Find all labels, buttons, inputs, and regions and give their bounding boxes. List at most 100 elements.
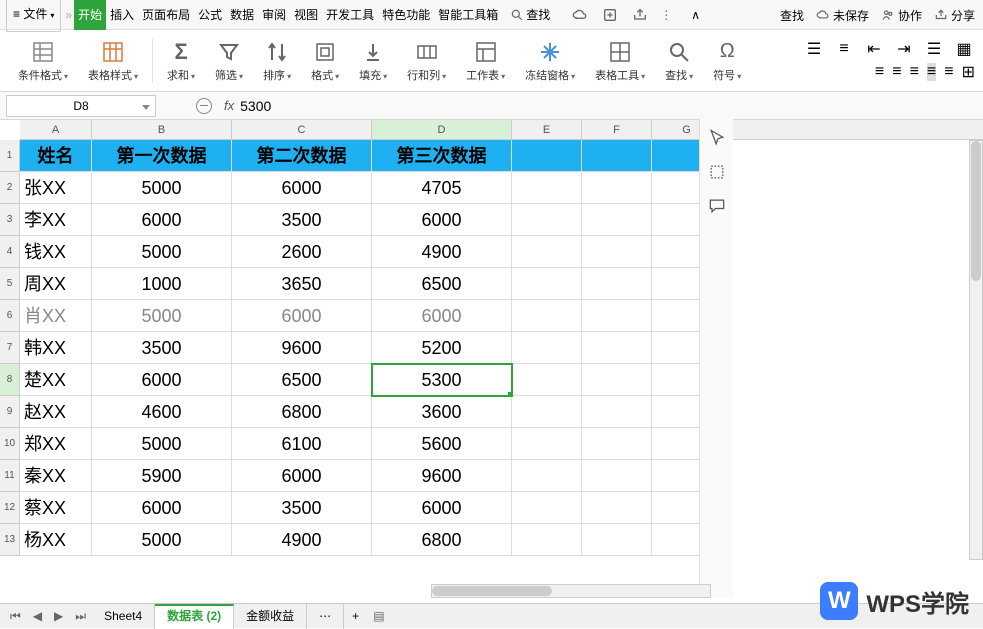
align-right-icon[interactable]: ≡ xyxy=(910,63,919,81)
fill-button[interactable]: 填充 xyxy=(349,30,397,91)
tab-data[interactable]: 数据 xyxy=(226,0,258,30)
sheet-tab-1[interactable]: Sheet4 xyxy=(92,604,155,629)
header-cell[interactable]: 第一次数据 xyxy=(92,140,232,172)
row-11[interactable]: 11 xyxy=(0,460,20,492)
cell[interactable]: 赵XX xyxy=(20,396,92,428)
tab-formula[interactable]: 公式 xyxy=(194,0,226,30)
cond-format-button[interactable]: 条件格式 xyxy=(8,30,78,91)
find-button[interactable]: 查找 xyxy=(655,30,703,91)
numlist-icon[interactable]: ☰ xyxy=(803,38,825,60)
cell[interactable]: 3600 xyxy=(372,396,512,428)
cell[interactable]: 6000 xyxy=(232,460,372,492)
cell[interactable]: 5600 xyxy=(372,428,512,460)
cell[interactable] xyxy=(512,268,582,300)
bullist-icon[interactable]: ≡ xyxy=(833,38,855,60)
cell[interactable]: 1000 xyxy=(92,268,232,300)
cell[interactable]: 李XX xyxy=(20,204,92,236)
cell[interactable] xyxy=(582,492,652,524)
indent-icon[interactable]: ⇥ xyxy=(893,38,915,60)
cell[interactable] xyxy=(582,236,652,268)
chat-icon[interactable] xyxy=(707,196,727,216)
cell[interactable]: 5000 xyxy=(92,300,232,332)
file-menu[interactable]: ≡ 文件▾ xyxy=(6,0,61,32)
row-12[interactable]: 12 xyxy=(0,492,20,524)
row-4[interactable]: 4 xyxy=(0,236,20,268)
sheet-tab-3[interactable]: 金额收益 xyxy=(234,604,307,629)
cell[interactable]: 6000 xyxy=(92,364,232,396)
fx-icon[interactable]: fx xyxy=(224,98,234,113)
cell[interactable] xyxy=(582,268,652,300)
cell[interactable]: 6000 xyxy=(232,300,372,332)
outdent-icon[interactable]: ⇤ xyxy=(863,38,885,60)
align-center-icon[interactable]: ≡ xyxy=(892,63,901,81)
cell[interactable] xyxy=(582,524,652,556)
tab-nav-first[interactable]: ⏮ xyxy=(4,609,27,624)
cell[interactable]: 蔡XX xyxy=(20,492,92,524)
cell[interactable]: 周XX xyxy=(20,268,92,300)
cloud-icon[interactable] xyxy=(572,7,588,23)
cell[interactable]: 4900 xyxy=(372,236,512,268)
tab-insert[interactable]: 插入 xyxy=(106,0,138,30)
header-cell[interactable] xyxy=(512,140,582,172)
tab-review[interactable]: 审阅 xyxy=(258,0,290,30)
linespacing-icon[interactable]: ☰ xyxy=(923,38,945,60)
cells-area[interactable]: 姓名第一次数据第二次数据第三次数据张XX500060004705李XX60003… xyxy=(20,140,722,556)
tab-nav-next[interactable]: ▶ xyxy=(48,609,69,623)
row-13[interactable]: 13 xyxy=(0,524,20,556)
cell[interactable] xyxy=(512,236,582,268)
collab-button[interactable]: 协作 xyxy=(881,7,922,24)
cell[interactable]: 9600 xyxy=(232,332,372,364)
row-3[interactable]: 3 xyxy=(0,204,20,236)
cell[interactable] xyxy=(512,204,582,236)
row-9[interactable]: 9 xyxy=(0,396,20,428)
cell[interactable] xyxy=(512,524,582,556)
row-5[interactable]: 5 xyxy=(0,268,20,300)
row-7[interactable]: 7 xyxy=(0,332,20,364)
row-1[interactable]: 1 xyxy=(0,140,20,172)
cell[interactable]: 5000 xyxy=(92,236,232,268)
tab-dev[interactable]: 开发工具 xyxy=(322,0,378,30)
search-right[interactable]: 查找 xyxy=(780,7,804,24)
header-cell[interactable]: 第二次数据 xyxy=(232,140,372,172)
cell[interactable]: 5000 xyxy=(92,524,232,556)
row-6[interactable]: 6 xyxy=(0,300,20,332)
name-box[interactable]: D8 xyxy=(6,95,156,117)
header-cell[interactable] xyxy=(582,140,652,172)
more-dots[interactable]: ⋮ xyxy=(660,8,673,22)
row-8[interactable]: 8 xyxy=(0,364,20,396)
cell[interactable]: 6800 xyxy=(372,524,512,556)
rowcol-button[interactable]: 行和列 xyxy=(397,30,456,91)
cell[interactable] xyxy=(512,396,582,428)
cell[interactable]: 4600 xyxy=(92,396,232,428)
tab-pagelayout[interactable]: 页面布局 xyxy=(138,0,194,30)
add-sheet-button[interactable]: + xyxy=(344,609,367,623)
snap-icon[interactable]: ⊞ xyxy=(962,62,975,82)
vscroll-thumb[interactable] xyxy=(971,141,981,281)
cell[interactable]: 6000 xyxy=(372,300,512,332)
header-cell[interactable]: 姓名 xyxy=(20,140,92,172)
row-2[interactable]: 2 xyxy=(0,172,20,204)
sum-button[interactable]: Σ求和 xyxy=(157,30,205,91)
freeze-button[interactable]: 冻结窗格 xyxy=(515,30,585,91)
sheet-tab-more[interactable]: ⋯ xyxy=(307,604,344,629)
cell[interactable]: 6000 xyxy=(372,492,512,524)
cell[interactable]: 6000 xyxy=(372,204,512,236)
cell[interactable] xyxy=(582,300,652,332)
format-button[interactable]: 格式 xyxy=(301,30,349,91)
formula-input[interactable] xyxy=(240,98,640,114)
cell[interactable]: 6500 xyxy=(232,364,372,396)
cell[interactable]: 韩XX xyxy=(20,332,92,364)
symbol-button[interactable]: Ω符号 xyxy=(703,30,751,91)
cell[interactable]: 4705 xyxy=(372,172,512,204)
cell[interactable]: 5900 xyxy=(92,460,232,492)
cell[interactable] xyxy=(582,460,652,492)
cell[interactable] xyxy=(512,460,582,492)
cell[interactable]: 6000 xyxy=(232,172,372,204)
cell[interactable] xyxy=(582,204,652,236)
search-box[interactable]: 查找 xyxy=(506,0,554,30)
tab-special[interactable]: 特色功能 xyxy=(378,0,434,30)
upload-icon[interactable] xyxy=(602,7,618,23)
distribute-icon[interactable]: ≡ xyxy=(944,63,953,81)
table-style-button[interactable]: 表格样式 xyxy=(78,30,148,91)
cell[interactable]: 郑XX xyxy=(20,428,92,460)
